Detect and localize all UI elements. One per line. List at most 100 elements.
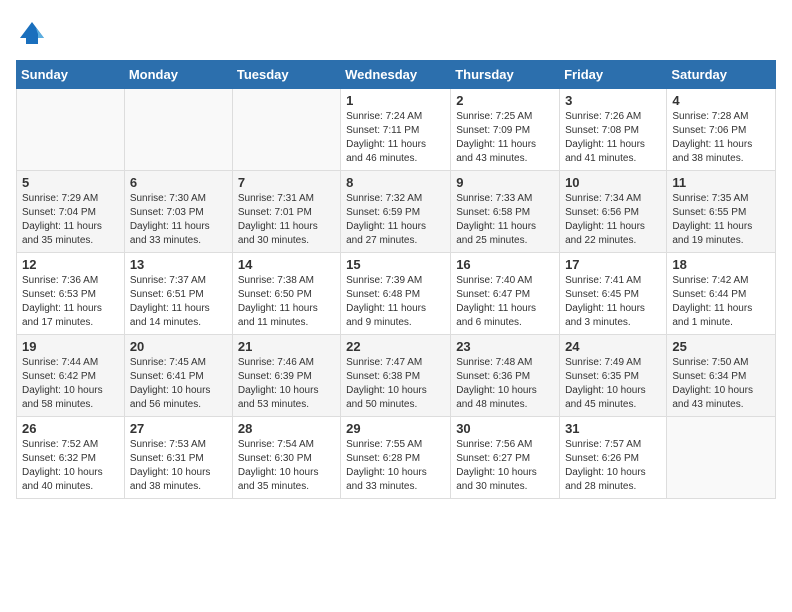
day-info: Sunrise: 7:55 AM Sunset: 6:28 PM Dayligh… [346,438,445,494]
day-number: 11 [672,175,770,190]
day-number: 22 [346,339,445,354]
weekday-header-monday: Monday [124,61,232,89]
calendar-day-30: 30 Sunrise: 7:56 AM Sunset: 6:27 PM Dayli… [451,417,560,499]
day-number: 20 [130,339,227,354]
weekday-header-tuesday: Tuesday [232,61,340,89]
weekday-header-friday: Friday [560,61,667,89]
day-number: 28 [238,421,335,436]
day-number: 26 [22,421,119,436]
day-number: 23 [456,339,554,354]
calendar-day-4: 4Sunrise: 7:28 AM Sunset: 7:06 PM Daylig… [667,89,776,171]
day-info: Sunrise: 7:44 AM Sunset: 6:42 PM Dayligh… [22,356,119,412]
calendar-day-21: 21 Sunrise: 7:46 AM Sunset: 6:39 PM Dayli… [232,335,340,417]
empty-day-cell [17,89,125,171]
day-number: 30 [456,421,554,436]
day-info: Sunrise: 7:29 AM Sunset: 7:04 PM Dayligh… [22,192,119,248]
calendar-day-1: 1 Sunrise: 7:24 AM Sunset: 7:11 PM Daylig… [341,89,451,171]
calendar-day-28: 28 Sunrise: 7:54 AM Sunset: 6:30 PM Dayli… [232,417,340,499]
calendar-day-6: 6 Sunrise: 7:30 AM Sunset: 7:03 PM Daylig… [124,171,232,253]
day-number: 8 [346,175,445,190]
calendar-week-row: 19 Sunrise: 7:44 AM Sunset: 6:42 PM Dayli… [17,335,776,417]
weekday-header-wednesday: Wednesday [341,61,451,89]
calendar-day-20: 20 Sunrise: 7:45 AM Sunset: 6:41 PM Dayli… [124,335,232,417]
day-info: Sunrise: 7:35 AM Sunset: 6:55 PM Dayligh… [672,192,770,248]
calendar-day-17: 17 Sunrise: 7:41 AM Sunset: 6:45 PM Dayli… [560,253,667,335]
day-number: 29 [346,421,445,436]
calendar-day-11: 11 Sunrise: 7:35 AM Sunset: 6:55 PM Dayli… [667,171,776,253]
day-number: 31 [565,421,661,436]
day-info: Sunrise: 7:49 AM Sunset: 6:35 PM Dayligh… [565,356,661,412]
calendar-day-15: 15 Sunrise: 7:39 AM Sunset: 6:48 PM Dayli… [341,253,451,335]
calendar-day-10: 10 Sunrise: 7:34 AM Sunset: 6:56 PM Dayli… [560,171,667,253]
day-number: 27 [130,421,227,436]
day-info: Sunrise: 7:57 AM Sunset: 6:26 PM Dayligh… [565,438,661,494]
day-info: Sunrise: 7:40 AM Sunset: 6:47 PM Dayligh… [456,274,554,330]
day-number: 5 [22,175,119,190]
empty-day-cell [124,89,232,171]
day-number: 2 [456,93,554,108]
day-number: 25 [672,339,770,354]
calendar-day-25: 25 Sunrise: 7:50 AM Sunset: 6:34 PM Dayli… [667,335,776,417]
page-header [16,16,776,48]
day-info: Sunrise: 7:46 AM Sunset: 6:39 PM Dayligh… [238,356,335,412]
day-number: 13 [130,257,227,272]
weekday-header-thursday: Thursday [451,61,560,89]
day-number: 3 [565,93,661,108]
calendar-day-8: 8 Sunrise: 7:32 AM Sunset: 6:59 PM Daylig… [341,171,451,253]
day-info: Sunrise: 7:34 AM Sunset: 6:56 PM Dayligh… [565,192,661,248]
day-number: 16 [456,257,554,272]
day-info: Sunrise: 7:41 AM Sunset: 6:45 PM Dayligh… [565,274,661,330]
day-number: 19 [22,339,119,354]
day-info: Sunrise: 7:45 AM Sunset: 6:41 PM Dayligh… [130,356,227,412]
calendar-day-24: 24Sunrise: 7:49 AM Sunset: 6:35 PM Dayli… [560,335,667,417]
calendar-week-row: 5 Sunrise: 7:29 AM Sunset: 7:04 PM Daylig… [17,171,776,253]
day-info: Sunrise: 7:26 AM Sunset: 7:08 PM Dayligh… [565,110,661,166]
calendar-day-16: 16 Sunrise: 7:40 AM Sunset: 6:47 PM Dayli… [451,253,560,335]
day-info: Sunrise: 7:24 AM Sunset: 7:11 PM Dayligh… [346,110,445,166]
weekday-header-saturday: Saturday [667,61,776,89]
calendar-day-12: 12 Sunrise: 7:36 AM Sunset: 6:53 PM Dayli… [17,253,125,335]
day-number: 10 [565,175,661,190]
day-number: 9 [456,175,554,190]
logo [16,16,52,48]
day-info: Sunrise: 7:38 AM Sunset: 6:50 PM Dayligh… [238,274,335,330]
calendar-day-14: 14 Sunrise: 7:38 AM Sunset: 6:50 PM Dayli… [232,253,340,335]
calendar-week-row: 12 Sunrise: 7:36 AM Sunset: 6:53 PM Dayli… [17,253,776,335]
calendar-day-19: 19 Sunrise: 7:44 AM Sunset: 6:42 PM Dayli… [17,335,125,417]
weekday-header-row: SundayMondayTuesdayWednesdayThursdayFrid… [17,61,776,89]
day-info: Sunrise: 7:53 AM Sunset: 6:31 PM Dayligh… [130,438,227,494]
calendar-table: SundayMondayTuesdayWednesdayThursdayFrid… [16,60,776,499]
day-number: 21 [238,339,335,354]
calendar-day-23: 23Sunrise: 7:48 AM Sunset: 6:36 PM Dayli… [451,335,560,417]
day-info: Sunrise: 7:32 AM Sunset: 6:59 PM Dayligh… [346,192,445,248]
day-info: Sunrise: 7:36 AM Sunset: 6:53 PM Dayligh… [22,274,119,330]
calendar-day-31: 31 Sunrise: 7:57 AM Sunset: 6:26 PM Dayli… [560,417,667,499]
logo-icon [16,16,48,48]
calendar-day-26: 26Sunrise: 7:52 AM Sunset: 6:32 PM Dayli… [17,417,125,499]
calendar-day-2: 2Sunrise: 7:25 AM Sunset: 7:09 PM Daylig… [451,89,560,171]
calendar-day-5: 5 Sunrise: 7:29 AM Sunset: 7:04 PM Daylig… [17,171,125,253]
day-info: Sunrise: 7:56 AM Sunset: 6:27 PM Dayligh… [456,438,554,494]
day-info: Sunrise: 7:37 AM Sunset: 6:51 PM Dayligh… [130,274,227,330]
calendar-week-row: 26Sunrise: 7:52 AM Sunset: 6:32 PM Dayli… [17,417,776,499]
day-number: 15 [346,257,445,272]
day-number: 12 [22,257,119,272]
calendar-day-9: 9Sunrise: 7:33 AM Sunset: 6:58 PM Daylig… [451,171,560,253]
calendar-day-27: 27 Sunrise: 7:53 AM Sunset: 6:31 PM Dayli… [124,417,232,499]
empty-day-cell [232,89,340,171]
day-info: Sunrise: 7:31 AM Sunset: 7:01 PM Dayligh… [238,192,335,248]
day-number: 7 [238,175,335,190]
day-info: Sunrise: 7:50 AM Sunset: 6:34 PM Dayligh… [672,356,770,412]
day-number: 1 [346,93,445,108]
day-info: Sunrise: 7:54 AM Sunset: 6:30 PM Dayligh… [238,438,335,494]
day-number: 6 [130,175,227,190]
day-info: Sunrise: 7:47 AM Sunset: 6:38 PM Dayligh… [346,356,445,412]
calendar-day-13: 13 Sunrise: 7:37 AM Sunset: 6:51 PM Dayli… [124,253,232,335]
calendar-day-22: 22 Sunrise: 7:47 AM Sunset: 6:38 PM Dayli… [341,335,451,417]
day-info: Sunrise: 7:42 AM Sunset: 6:44 PM Dayligh… [672,274,770,330]
day-number: 4 [672,93,770,108]
day-info: Sunrise: 7:30 AM Sunset: 7:03 PM Dayligh… [130,192,227,248]
day-number: 14 [238,257,335,272]
day-info: Sunrise: 7:39 AM Sunset: 6:48 PM Dayligh… [346,274,445,330]
day-number: 17 [565,257,661,272]
